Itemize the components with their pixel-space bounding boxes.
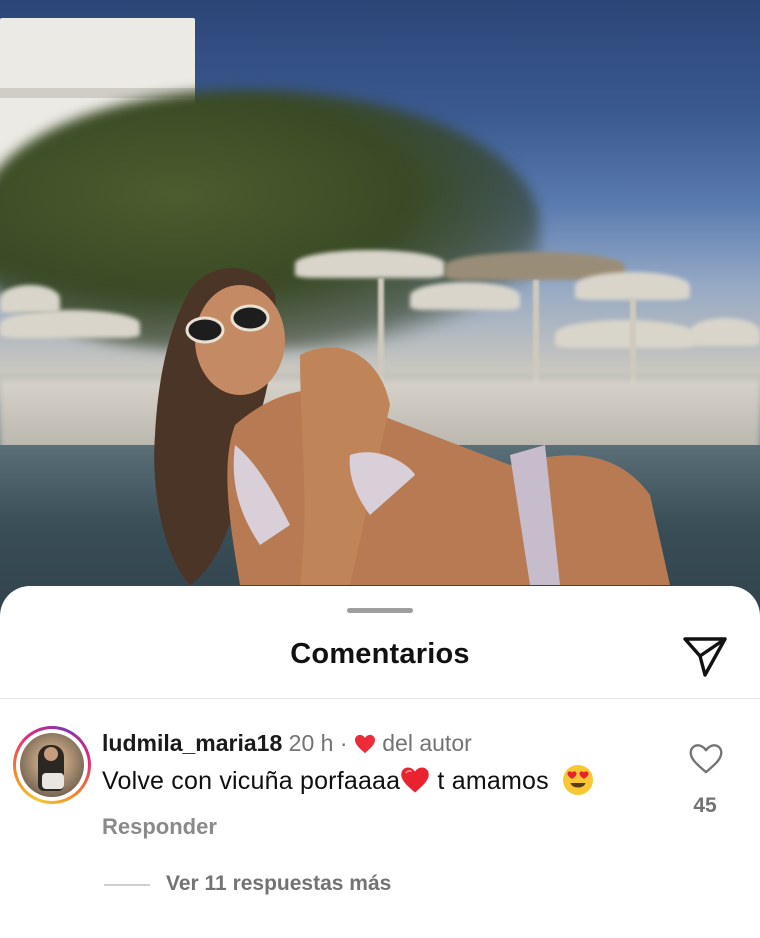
- heart-eyes-emoji-icon: [562, 764, 594, 796]
- post-photo: [0, 0, 760, 640]
- comment-meta: ludmila_maria18 20 h · del autor: [102, 730, 472, 757]
- photo-person: [154, 268, 670, 585]
- comments-sheet: Comentarios ludmila_maria18 20 h · del a…: [0, 586, 760, 938]
- paper-plane-icon[interactable]: [681, 634, 729, 680]
- sheet-drag-handle[interactable]: [347, 608, 413, 613]
- meta-separator: ·: [339, 730, 348, 756]
- avatar-photo: [20, 733, 84, 797]
- sheet-title: Comentarios: [290, 638, 470, 670]
- comment-username[interactable]: ludmila_maria18: [102, 730, 282, 756]
- comment-time: 20 h: [288, 730, 334, 756]
- avatar[interactable]: [13, 726, 91, 804]
- like-count: 45: [693, 794, 717, 817]
- view-more-replies-label[interactable]: Ver 11 respuestas más: [166, 872, 391, 896]
- red-heart-icon: [354, 733, 376, 754]
- author-liked-label: del autor: [382, 730, 472, 756]
- replies-line: [104, 884, 150, 886]
- reply-button[interactable]: Responder: [102, 814, 217, 840]
- header-divider: [0, 698, 760, 699]
- red-heart-emoji-icon: [400, 766, 430, 794]
- comment-item: ludmila_maria18 20 h · del autor Volve c…: [0, 724, 760, 844]
- comment-text-part1: Volve con vicuña porfaaaa: [102, 767, 401, 795]
- comment-text-part2: t amamos: [437, 767, 549, 795]
- comment-text: Volve con vicuña porfaaaa t amamos: [102, 764, 594, 796]
- heart-outline-icon[interactable]: [688, 743, 724, 775]
